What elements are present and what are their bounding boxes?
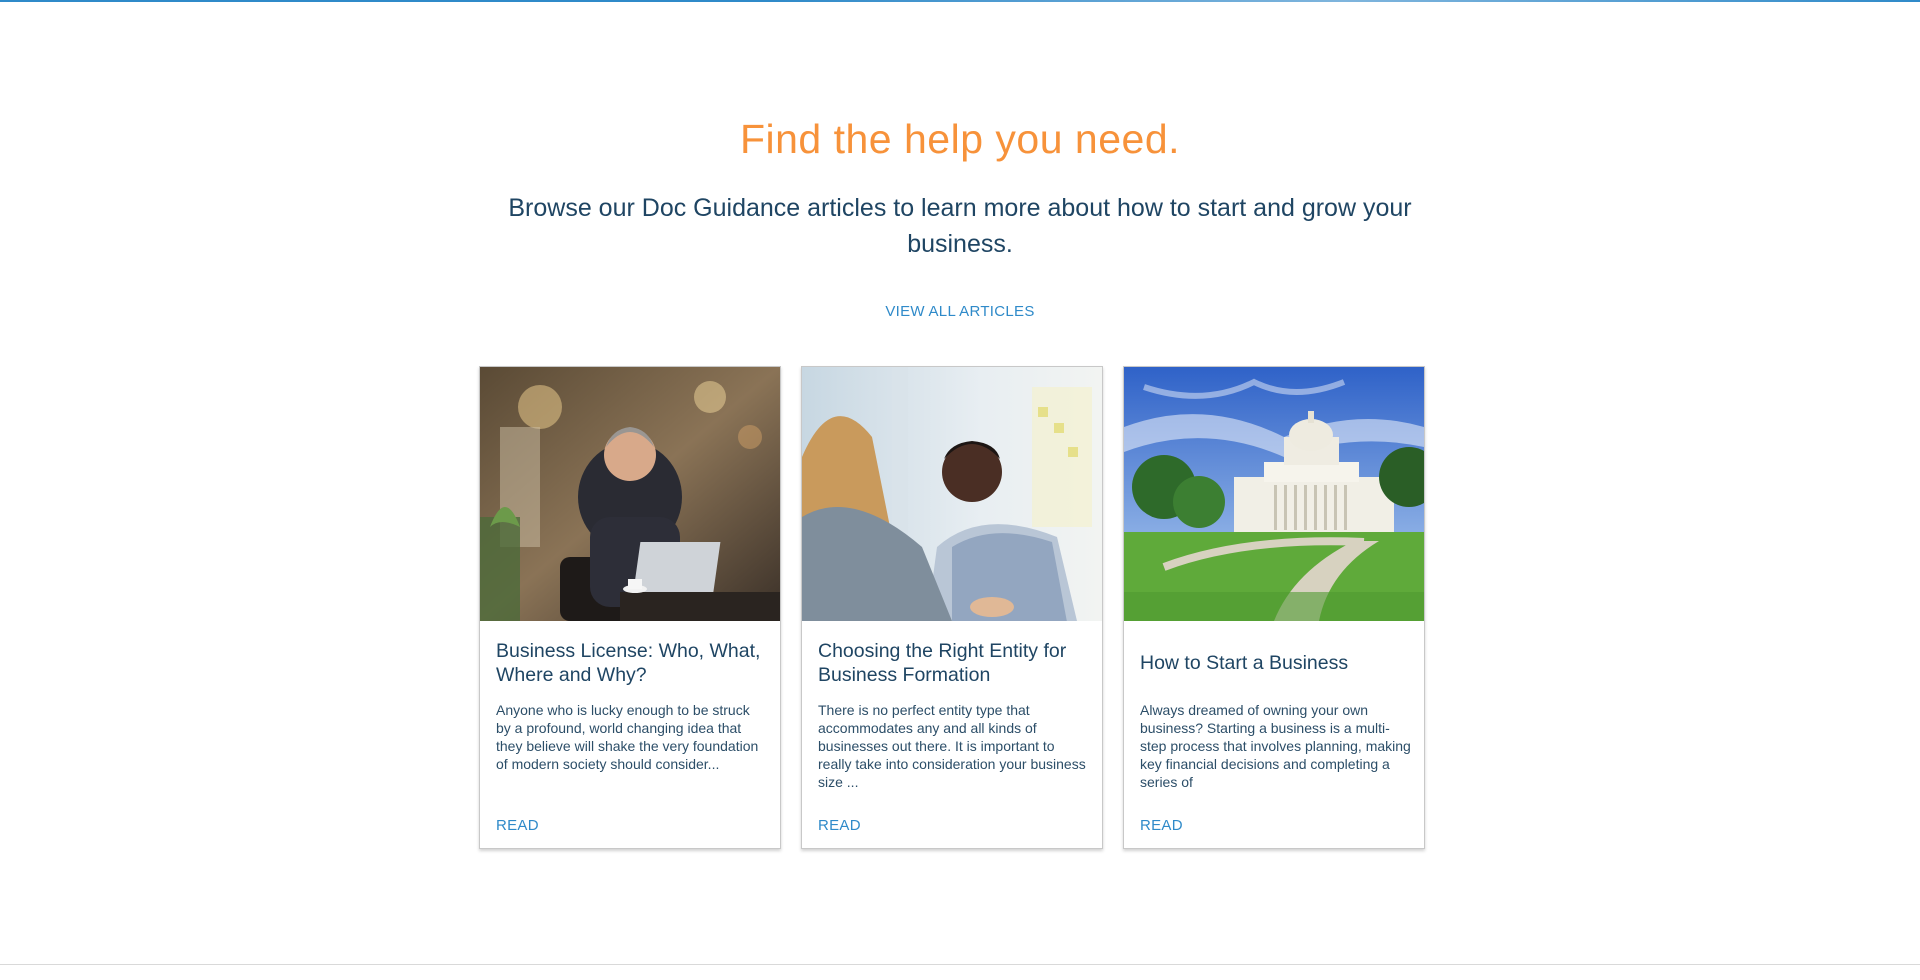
article-title[interactable]: Business License: Who, What, Where and W… [496, 637, 768, 689]
article-card[interactable]: Business License: Who, What, Where and W… [479, 366, 781, 849]
help-articles-section: Find the help you need. Browse our Doc G… [0, 0, 1920, 964]
article-excerpt: Always dreamed of owning your own busine… [1140, 702, 1411, 790]
article-card[interactable]: Choosing the Right Entity for Business F… [801, 366, 1103, 849]
article-image-business-meeting[interactable] [802, 367, 1102, 621]
article-card[interactable]: How to Start a Business Always dreamed o… [1123, 366, 1425, 849]
article-title[interactable]: Choosing the Right Entity for Business F… [818, 637, 1090, 689]
section-subheading: Browse our Doc Guidance articles to lear… [508, 194, 1412, 258]
read-article-link[interactable]: READ [818, 817, 861, 834]
read-article-link[interactable]: READ [496, 817, 539, 834]
article-excerpt: Anyone who is lucky enough to be struck … [496, 702, 759, 772]
article-title-text[interactable]: Business License: Who, What, Where and W… [496, 639, 768, 687]
section-headline: Find the help you need. [739, 116, 1181, 162]
article-title-text[interactable]: Choosing the Right Entity for Business F… [818, 639, 1090, 687]
view-all-articles-link[interactable]: VIEW ALL ARTICLES [0, 303, 1920, 320]
article-title-text[interactable]: How to Start a Business [1140, 651, 1348, 675]
article-title[interactable]: How to Start a Business [1140, 637, 1412, 689]
read-article-link[interactable]: READ [1140, 817, 1183, 834]
article-image-businessman-cafe[interactable] [480, 367, 780, 621]
article-image-capitol-building[interactable] [1124, 367, 1424, 621]
footer-divider [0, 964, 1920, 965]
article-cards: Business License: Who, What, Where and W… [479, 366, 1425, 849]
article-excerpt: There is no perfect entity type that acc… [818, 702, 1086, 790]
